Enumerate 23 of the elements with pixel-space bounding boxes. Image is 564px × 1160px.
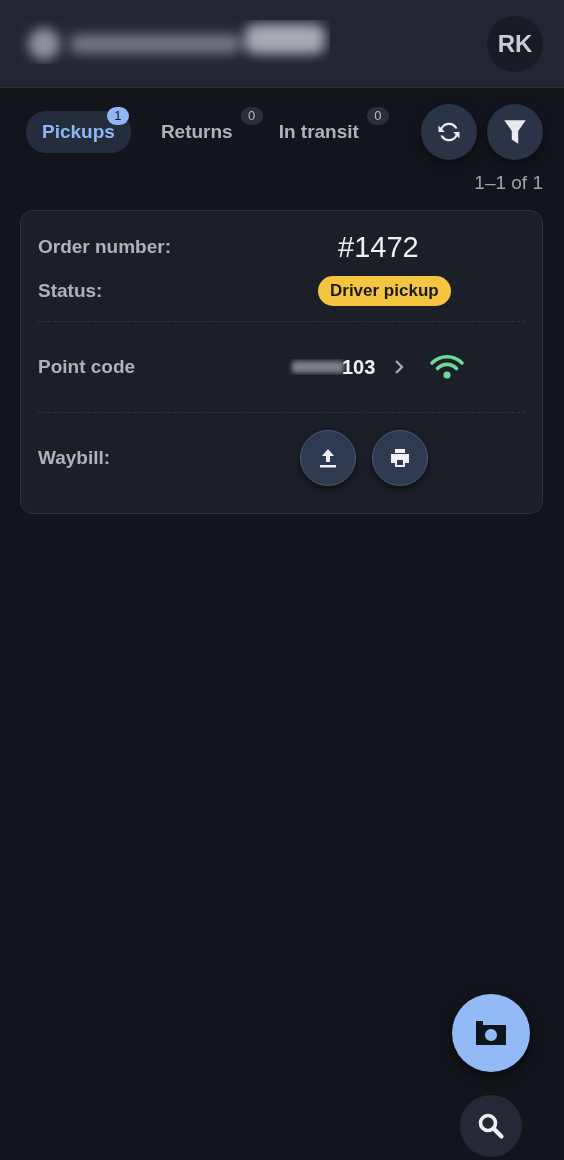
chevron-right-icon[interactable]: [393, 358, 406, 376]
printer-icon: [389, 448, 411, 468]
waybill-label: Waybill:: [38, 447, 112, 469]
point-code-label: Point code: [38, 356, 137, 378]
count-badge: 0: [366, 107, 389, 125]
refresh-button[interactable]: [421, 104, 477, 160]
filter-button[interactable]: [487, 104, 543, 160]
count-badge: 0: [240, 107, 263, 125]
order-label: Order number:: [38, 236, 173, 258]
status-label: Status:: [38, 280, 104, 302]
print-button[interactable]: [372, 430, 428, 486]
user-avatar[interactable]: RK: [487, 15, 543, 72]
search-icon: [476, 1111, 506, 1141]
filter-icon: [502, 118, 528, 146]
order-number: #1472: [338, 230, 419, 264]
upload-button[interactable]: [300, 430, 356, 486]
status-chip: Driver pickup: [318, 276, 451, 306]
upload-icon: [318, 447, 338, 469]
count-badge: 1: [106, 107, 129, 125]
pagination-text: 1–1 of 1: [474, 172, 543, 194]
point-code[interactable]: 103: [342, 355, 376, 379]
camera-icon: [473, 1019, 509, 1047]
wifi-icon: [429, 353, 466, 381]
